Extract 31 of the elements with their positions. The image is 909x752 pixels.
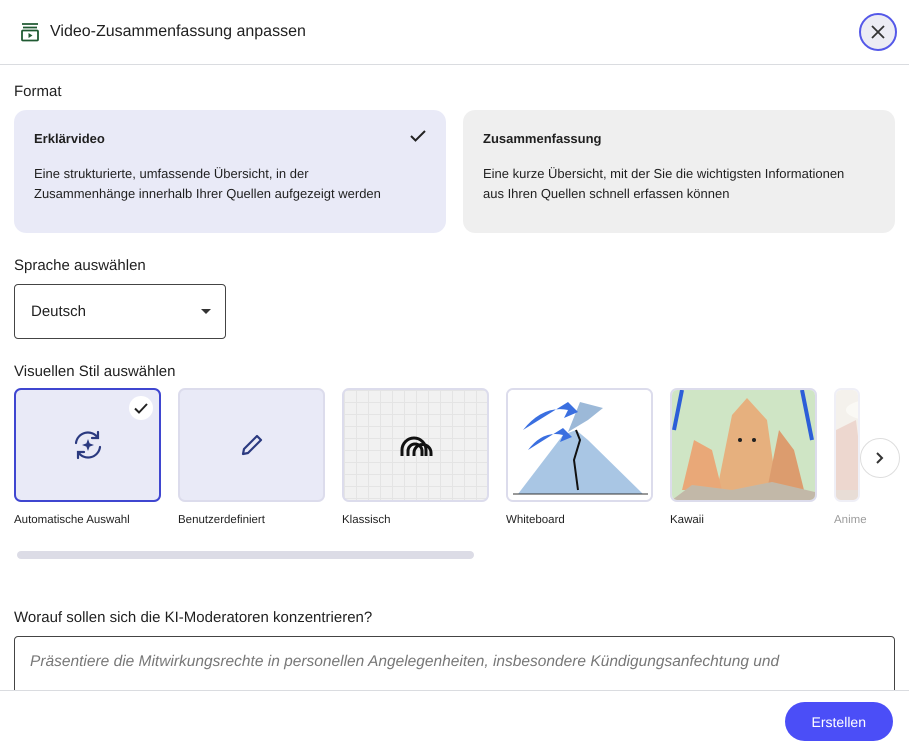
close-icon: [871, 25, 885, 39]
option-title: Zusammenfassung: [483, 131, 602, 146]
style-label: Whiteboard: [506, 514, 565, 526]
option-description: Eine strukturierte, umfassende Übersicht, in der Zusammenhänge innerhalb Ihrer Quellen aufgezeigt werden: [34, 165, 382, 203]
option-description: Eine kurze Übersicht, mit der Sie die wichtigsten Informationen aus Ihren Quellen schnell erfassen können: [483, 165, 846, 203]
section-label: Worauf sollen sich die KI-Moderatoren konzentrieren?: [14, 609, 372, 626]
language-dropdown[interactable]: Deutsch: [14, 284, 226, 339]
format-option-card[interactable]: Erklärvideo Eine strukturierte, umfassende Übersicht, in der Zusammenhänge innerhalb Ihrer Quellen aufgezeigt werden: [14, 110, 446, 233]
check-icon: [134, 402, 148, 414]
dropdown-arrow-icon: [201, 309, 211, 314]
arcs-icon: [398, 434, 432, 456]
style-label: Kawaii: [670, 514, 704, 526]
section-label: Visuellen Stil auswählen: [14, 363, 176, 380]
style-label: Automatische Auswahl: [14, 514, 130, 526]
section-label: Sprache auswählen: [14, 257, 146, 274]
next-button[interactable]: [860, 438, 900, 478]
style-label: Anime: [834, 514, 867, 526]
video-stack-icon: [20, 22, 40, 42]
dialog-title: Video-Zusammenfassung anpassen: [50, 23, 307, 41]
scrollbar[interactable]: [17, 551, 474, 559]
check-icon: [410, 130, 426, 142]
close-button[interactable]: [859, 13, 897, 51]
create-button[interactable]: Erstellen: [784, 702, 893, 741]
option-title: Erklärvideo: [34, 131, 105, 146]
style-label: Benutzerdefiniert: [178, 514, 265, 526]
section-label: Format: [14, 83, 62, 100]
format-option-card[interactable]: Zusammenfassung Eine kurze Übersicht, mit der Sie die wichtigsten Informationen aus Ihren Quellen schnell erfassen können: [463, 110, 895, 233]
style-tile[interactable]: [14, 388, 161, 502]
focus-input-field[interactable]: Präsentiere die Mitwirkungsrechte in personellen Angelegenheiten, insbesondere Kündigungsanfechtung und: [14, 636, 895, 690]
chevron-right-icon: [876, 452, 884, 464]
style-label: Klassisch: [342, 514, 391, 526]
